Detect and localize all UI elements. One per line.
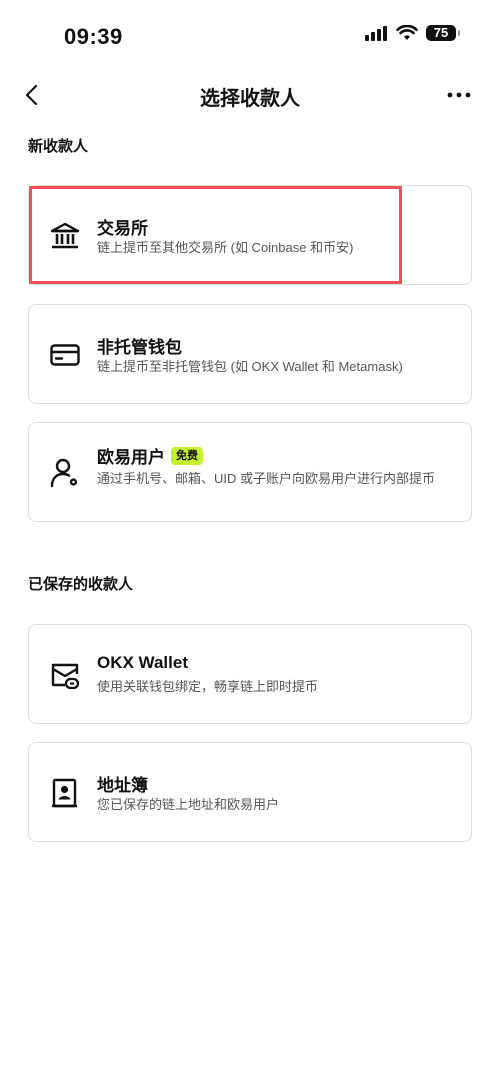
option-title: 非托管钱包: [97, 333, 182, 358]
option-title-text: 地址簿: [97, 776, 148, 795]
wallet-link-icon: [51, 663, 80, 690]
option-title: OKX Wallet: [97, 653, 188, 673]
battery-indicator: 75: [426, 25, 460, 41]
card-icon: [50, 344, 80, 366]
wifi-icon: [396, 25, 418, 40]
option-desc: 链上提币至其他交易所 (如 Coinbase 和币安): [97, 240, 354, 255]
signal-icon: [365, 26, 387, 41]
option-desc: 链上提币至非托管钱包 (如 OKX Wallet 和 Metamask): [97, 359, 403, 374]
option-title: 欧易用户 免费: [97, 443, 203, 468]
user-gear-icon: [50, 458, 78, 488]
option-card-non-custodial-wallet[interactable]: 非托管钱包 链上提币至非托管钱包 (如 OKX Wallet 和 Metamas…: [28, 304, 472, 404]
bank-icon: [50, 222, 80, 249]
option-card-okx-user[interactable]: 欧易用户 免费 通过手机号、邮箱、UID 或子账户向欧易用户进行内部提币: [28, 422, 472, 522]
option-title-text: 非托管钱包: [97, 338, 182, 357]
option-title-text: 欧易用户: [97, 448, 165, 467]
option-card-okx-wallet[interactable]: OKX Wallet 使用关联钱包绑定，畅享链上即时提币: [28, 624, 472, 724]
status-bar: 09:39 75: [0, 0, 500, 70]
status-icons: 75: [364, 25, 460, 41]
option-title: 地址簿: [97, 771, 148, 796]
option-title: 交易所: [97, 214, 148, 239]
option-desc: 通过手机号、邮箱、UID 或子账户向欧易用户进行内部提币: [97, 471, 436, 486]
more-options-icon[interactable]: [446, 84, 472, 106]
option-title-text: OKX Wallet: [97, 653, 188, 672]
option-card-exchange[interactable]: 交易所 链上提币至其他交易所 (如 Coinbase 和币安): [28, 185, 472, 285]
option-desc: 使用关联钱包绑定，畅享链上即时提币: [97, 679, 319, 694]
nav-bar: 选择收款人: [0, 76, 500, 116]
status-time: 09:39: [64, 24, 123, 49]
free-badge: 免费: [171, 446, 203, 465]
address-book-icon: [52, 778, 77, 808]
page-title: 选择收款人: [200, 88, 300, 110]
section-title-saved-recipient: 已保存的收款人: [28, 576, 134, 593]
section-title-new-recipient: 新收款人: [28, 138, 89, 155]
option-title-text: 交易所: [97, 219, 148, 238]
option-desc: 您已保存的链上地址和欧易用户: [97, 797, 280, 812]
option-card-address-book[interactable]: 地址簿 您已保存的链上地址和欧易用户: [28, 742, 472, 842]
